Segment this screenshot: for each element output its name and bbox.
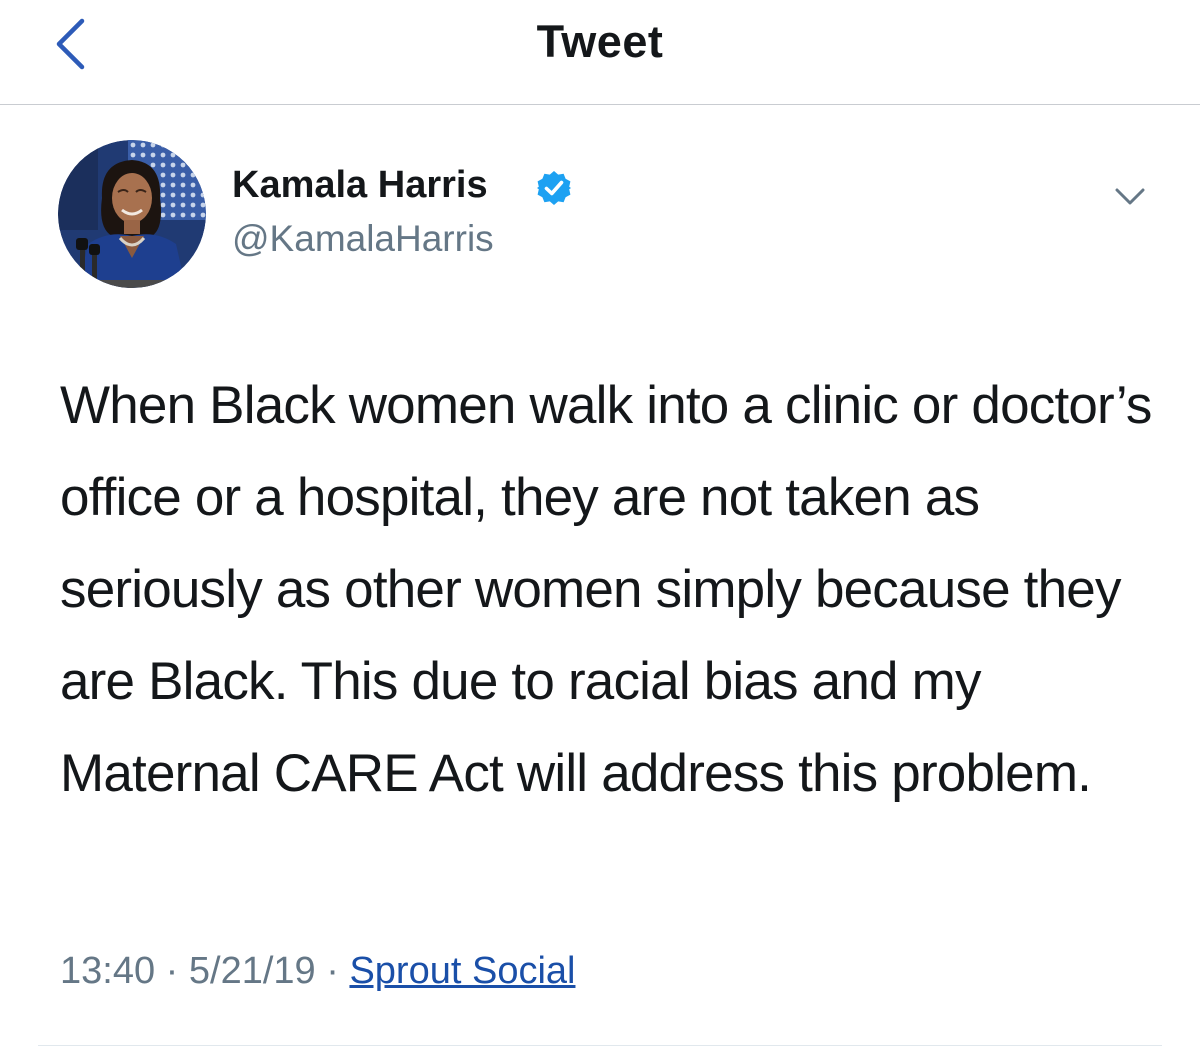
author-handle[interactable]: @KamalaHarris [232,218,494,260]
source-link[interactable]: Sprout Social [349,950,575,992]
navigation-bar: Tweet [0,0,1200,105]
avatar[interactable] [58,140,206,288]
verified-badge-icon [536,170,572,206]
avatar-image [58,140,206,288]
tweet-metadata: 13:40 · 5/21/19 · Sprout Social [60,950,575,993]
tweet-time: 13:40 [60,950,156,992]
divider [38,1045,1162,1046]
separator: · [165,950,179,992]
separator: · [326,950,339,992]
tweet-text: When Black women walk into a clinic or d… [60,376,1152,803]
page-title: Tweet [536,16,664,67]
author-name[interactable]: Kamala Harris [232,164,488,207]
tweet-header: Kamala Harris @KamalaHarris [0,140,1200,300]
chevron-down-icon [1115,188,1145,205]
tweet-date: 5/21/19 [188,950,316,992]
more-options-button[interactable] [1108,180,1152,214]
